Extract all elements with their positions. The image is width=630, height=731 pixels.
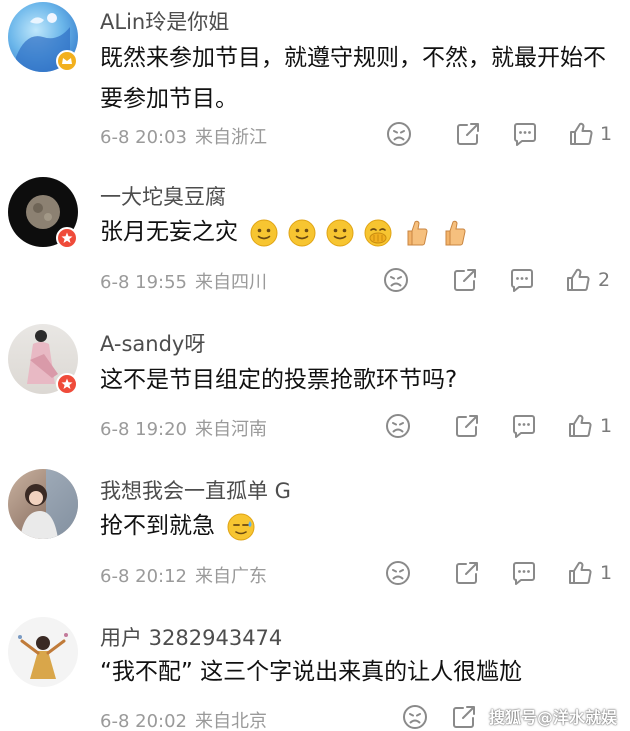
comment-date: 6-8 19:55 — [100, 272, 187, 293]
comment-text: “我不配” 这三个字说出来真的让人很尴尬 — [100, 659, 523, 685]
share-icon[interactable] — [453, 412, 481, 440]
reply-icon[interactable] — [510, 559, 538, 587]
like-count: 1 — [600, 415, 613, 437]
verified-crown-icon — [56, 50, 78, 72]
comment-text-content: 张月无妄之灾 — [100, 219, 238, 245]
comment-text-content: 抢不到就急 — [100, 513, 215, 539]
comment-meta: 6-8 20:12 来自广东 — [100, 562, 267, 588]
comment-date: 6-8 20:03 — [100, 127, 187, 148]
watermark: 搜狐号@洋水就娱 — [489, 708, 618, 727]
comment-meta: 6-8 19:55 来自四川 — [100, 268, 267, 294]
smile-emoji-icon — [325, 218, 355, 248]
reply-icon[interactable] — [510, 412, 538, 440]
comment-location: 来自广东 — [195, 566, 267, 587]
username[interactable]: ALin玲是你姐 — [100, 6, 229, 36]
comment-date: 6-8 20:12 — [100, 566, 187, 587]
dislike-icon[interactable] — [384, 559, 412, 587]
username[interactable]: A-sandy呀 — [100, 328, 205, 358]
like-count: 1 — [600, 562, 613, 584]
share-icon[interactable] — [451, 266, 479, 294]
comment-text: 抢不到就急 — [100, 506, 610, 547]
dislike-icon[interactable] — [384, 412, 412, 440]
avatar[interactable] — [8, 469, 78, 539]
dislike-icon[interactable] — [382, 266, 410, 294]
thumbs-up-emoji-icon — [401, 218, 431, 248]
like-count: 1 — [600, 123, 613, 145]
comment-meta: 6-8 19:20 来自河南 — [100, 415, 267, 441]
like-icon[interactable] — [564, 266, 592, 294]
reply-icon[interactable] — [508, 266, 536, 294]
like-count: 2 — [598, 269, 611, 291]
thumbs-up-emoji-icon — [439, 218, 469, 248]
vip-star-icon — [56, 227, 78, 249]
avatar[interactable] — [8, 617, 78, 687]
cover-mouth-emoji-icon — [363, 218, 393, 248]
vip-star-icon — [56, 373, 78, 395]
comment-meta: 6-8 20:02 来自北京 — [100, 707, 267, 731]
comment-text: 张月无妄之灾 — [100, 212, 610, 253]
username[interactable]: 我想我会一直孤单 G — [100, 475, 291, 505]
share-icon[interactable] — [454, 120, 482, 148]
like-icon[interactable] — [567, 120, 595, 148]
like-icon[interactable] — [566, 559, 594, 587]
share-icon[interactable] — [453, 559, 481, 587]
comment-location: 来自北京 — [195, 711, 267, 731]
sweat-smile-emoji-icon — [226, 512, 256, 542]
smile-emoji-icon — [287, 218, 317, 248]
comment-location: 来自浙江 — [195, 127, 267, 148]
dislike-icon[interactable] — [385, 120, 413, 148]
comment-text: 这不是节目组定的投票抢歌环节吗? — [100, 367, 458, 393]
dislike-icon[interactable] — [401, 703, 429, 731]
smile-emoji-icon — [249, 218, 279, 248]
comment-date: 6-8 19:20 — [100, 419, 187, 440]
comment-text: 既然来参加节目，就遵守规则，不然，就最开始不要参加节目。 — [100, 45, 606, 112]
comment-location: 来自四川 — [195, 272, 267, 293]
share-icon[interactable] — [450, 703, 478, 731]
comment-date: 6-8 20:02 — [100, 711, 187, 731]
comment-location: 来自河南 — [195, 419, 267, 440]
username[interactable]: 一大坨臭豆腐 — [100, 181, 226, 211]
comment-meta: 6-8 20:03 来自浙江 — [100, 123, 267, 149]
reply-icon[interactable] — [511, 120, 539, 148]
like-icon[interactable] — [566, 412, 594, 440]
username[interactable]: 用户 3282943474 — [100, 622, 282, 652]
